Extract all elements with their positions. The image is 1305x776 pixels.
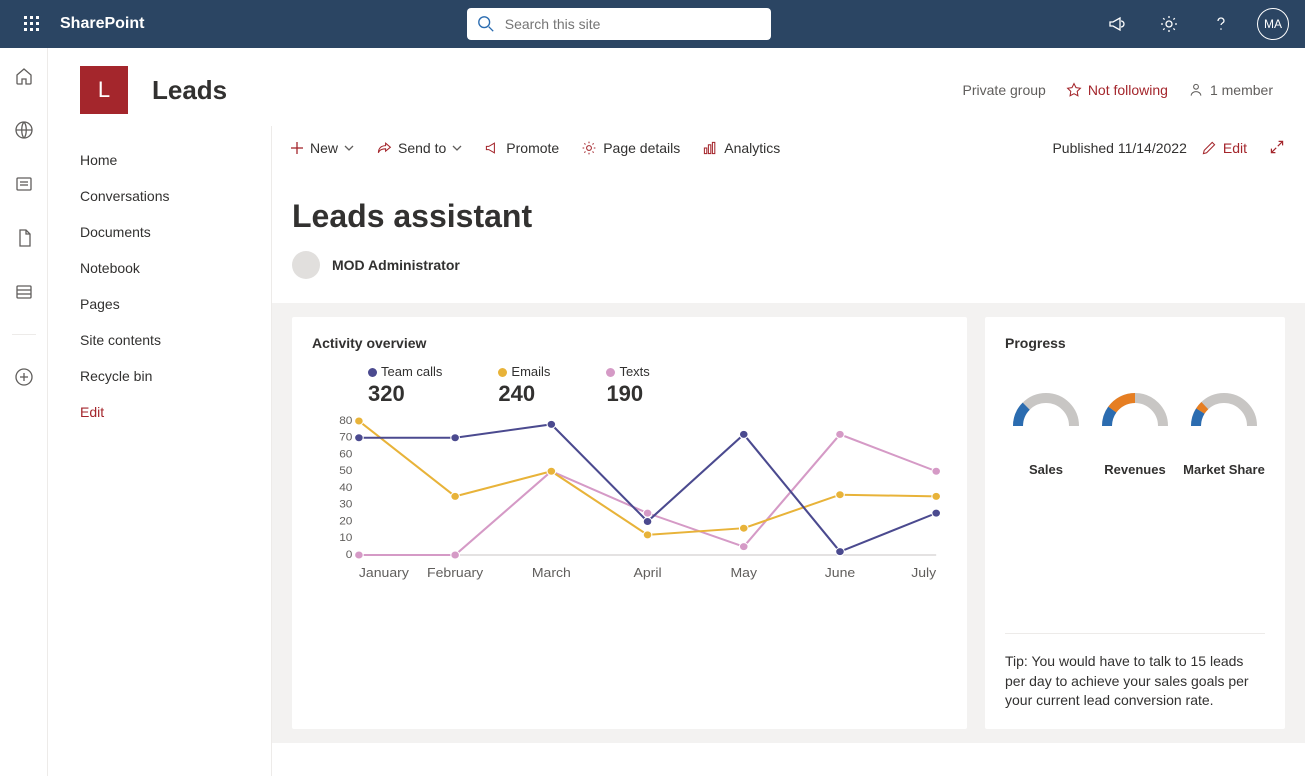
- progress-card: Progress SalesRevenuesMarket Share Tip: …: [985, 317, 1285, 729]
- gauge-market-share: Market Share: [1183, 391, 1265, 479]
- gauge-sales: Sales: [1005, 391, 1087, 479]
- send-to-button[interactable]: Send to: [372, 136, 466, 160]
- settings-icon[interactable]: [1145, 0, 1193, 48]
- follow-toggle[interactable]: Not following: [1066, 82, 1168, 98]
- edit-button[interactable]: Edit: [1201, 140, 1247, 156]
- svg-text:20: 20: [339, 516, 352, 528]
- search-input[interactable]: [505, 16, 761, 32]
- page-details-button[interactable]: Page details: [577, 136, 684, 160]
- svg-text:80: 80: [339, 415, 352, 427]
- chevron-down-icon: [344, 143, 354, 153]
- privacy-label: Private group: [963, 82, 1046, 98]
- chevron-down-icon: [452, 143, 462, 153]
- megaphone-icon[interactable]: [1093, 0, 1141, 48]
- activity-card: Activity overview Team calls320 Emails240…: [292, 317, 967, 729]
- svg-text:40: 40: [339, 482, 352, 494]
- legend-item: Texts190: [606, 363, 649, 407]
- page-author: MOD Administrator: [272, 245, 1305, 303]
- page-title: Leads assistant: [272, 170, 1305, 245]
- nav-item-notebook[interactable]: Notebook: [48, 250, 271, 286]
- gauge-revenues: Revenues: [1094, 391, 1176, 479]
- new-button[interactable]: New: [286, 136, 358, 160]
- legend-item: Emails240: [498, 363, 550, 407]
- svg-text:10: 10: [339, 533, 352, 545]
- svg-text:0: 0: [346, 549, 353, 561]
- pencil-icon: [1201, 140, 1217, 156]
- svg-text:60: 60: [339, 449, 352, 461]
- card-title: Activity overview: [312, 335, 947, 351]
- svg-text:70: 70: [339, 432, 352, 444]
- svg-text:July: July: [911, 565, 936, 579]
- nav-item-home[interactable]: Home: [48, 142, 271, 178]
- svg-text:June: June: [825, 565, 855, 579]
- nav-item-recycle-bin[interactable]: Recycle bin: [48, 358, 271, 394]
- command-bar: New Send to Promote Page details: [272, 126, 1305, 170]
- site-nav: HomeConversationsDocumentsNotebookPagesS…: [48, 126, 272, 776]
- news-icon[interactable]: [8, 168, 40, 200]
- list-icon[interactable]: [8, 276, 40, 308]
- analytics-button[interactable]: Analytics: [698, 136, 784, 160]
- card-title: Progress: [1005, 335, 1265, 351]
- search-box[interactable]: [467, 8, 771, 40]
- svg-text:50: 50: [339, 466, 352, 478]
- tip-text: Tip: You would have to talk to 15 leads …: [1005, 633, 1265, 711]
- person-icon: [1188, 82, 1204, 98]
- svg-text:May: May: [731, 565, 758, 579]
- app-launcher-icon[interactable]: [8, 0, 56, 48]
- globe-icon[interactable]: [8, 114, 40, 146]
- help-icon[interactable]: [1197, 0, 1245, 48]
- svg-text:April: April: [634, 565, 662, 579]
- star-icon: [1066, 82, 1082, 98]
- plus-icon: [290, 141, 304, 155]
- members-link[interactable]: 1 member: [1188, 82, 1273, 98]
- avatar-icon: [292, 251, 320, 279]
- avatar-initials: MA: [1257, 8, 1289, 40]
- search-icon: [477, 15, 495, 33]
- site-header: L Leads Private group Not following 1 me…: [48, 48, 1305, 126]
- nav-item-conversations[interactable]: Conversations: [48, 178, 271, 214]
- suite-header: SharePoint MA: [0, 0, 1305, 48]
- nav-edit[interactable]: Edit: [48, 394, 271, 430]
- svg-text:March: March: [532, 565, 571, 579]
- legend-item: Team calls320: [368, 363, 442, 407]
- svg-text:February: February: [427, 565, 483, 579]
- brand-label[interactable]: SharePoint: [60, 15, 144, 33]
- fullscreen-icon[interactable]: [1269, 139, 1285, 158]
- nav-item-documents[interactable]: Documents: [48, 214, 271, 250]
- published-date: Published 11/14/2022: [1052, 140, 1186, 156]
- megaphone-icon: [484, 140, 500, 156]
- file-icon[interactable]: [8, 222, 40, 254]
- svg-text:January: January: [359, 565, 409, 579]
- app-rail: [0, 48, 48, 776]
- promote-button[interactable]: Promote: [480, 136, 563, 160]
- add-icon[interactable]: [8, 361, 40, 393]
- nav-item-pages[interactable]: Pages: [48, 286, 271, 322]
- user-avatar[interactable]: MA: [1249, 0, 1297, 48]
- svg-text:30: 30: [339, 499, 352, 511]
- gear-icon: [581, 140, 597, 156]
- site-logo[interactable]: L: [80, 66, 128, 114]
- nav-item-site-contents[interactable]: Site contents: [48, 322, 271, 358]
- home-icon[interactable]: [8, 60, 40, 92]
- analytics-icon: [702, 140, 718, 156]
- share-icon: [376, 140, 392, 156]
- site-title[interactable]: Leads: [152, 75, 227, 106]
- activity-chart: 0 10 20 30 40 50 60 70 80 January February March Apr…: [320, 415, 947, 585]
